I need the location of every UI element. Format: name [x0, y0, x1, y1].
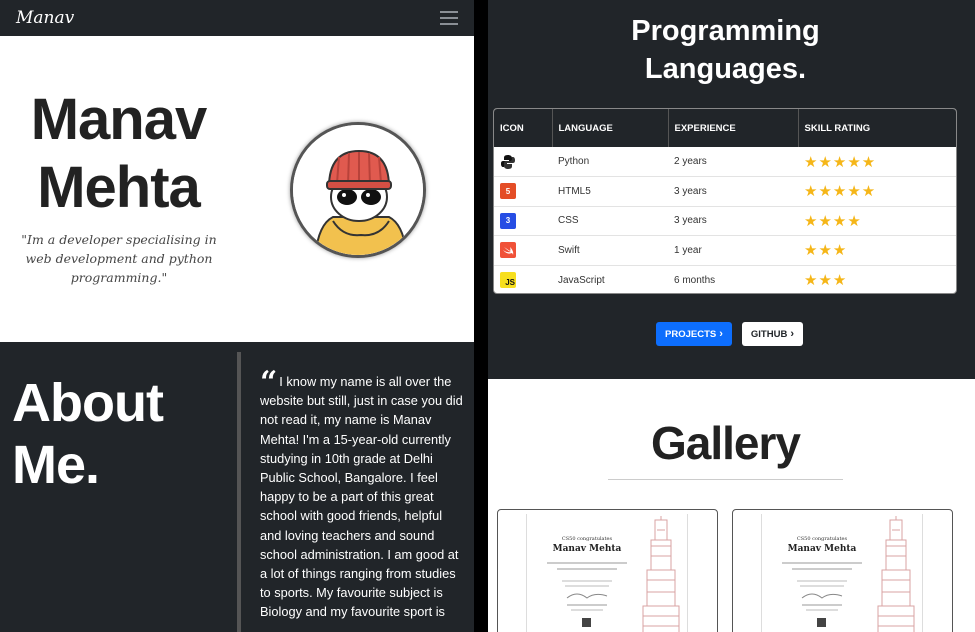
- about-divider: [237, 352, 241, 632]
- github-button-label: GITHUB: [750, 328, 788, 340]
- language-experience: 3 years: [674, 215, 707, 227]
- language-experience: 3 years: [674, 185, 707, 197]
- certificate-name: Manav Mehta: [552, 544, 622, 554]
- certificate-header: CS50 congratulates: [561, 536, 613, 542]
- gallery-card[interactable]: ​ CS50 congratulates Manav Mehta: [497, 509, 718, 632]
- gallery-section: Gallery ​ CS50 congratulates Manav Mehta: [488, 379, 975, 632]
- about-title-line1: About: [12, 373, 164, 433]
- chevron-right-icon: ›: [790, 328, 794, 340]
- table-row: Python 2 years ★★★★★: [494, 147, 956, 177]
- certificate-image: ​ CS50 congratulates Manav Mehta: [761, 514, 923, 632]
- hero-name: Manav Mehta: [26, 86, 211, 222]
- navbar-brand[interactable]: Manav: [16, 8, 74, 28]
- about-title-line2: Me.: [12, 435, 100, 495]
- tower-illustration: [877, 516, 915, 632]
- languages-title-line2: Languages.: [644, 53, 807, 85]
- languages-table: ICON LANGUAGE EXPERIENCE SKILL RATING Py…: [493, 108, 957, 294]
- certificate-image: ​ CS50 congratulates Manav Mehta: [526, 514, 688, 632]
- language-name: HTML5: [558, 185, 591, 197]
- projects-button-label: PROJECTS: [665, 328, 717, 340]
- star-rating: ★★★★★: [804, 153, 877, 171]
- language-experience: 6 months: [674, 274, 716, 286]
- hero-name-last: Mehta: [37, 155, 201, 220]
- star-rating: ★★★: [804, 272, 848, 289]
- header-experience: EXPERIENCE: [668, 109, 799, 147]
- link-buttons: PROJECTS › GITHUB ›: [656, 322, 803, 346]
- table-row: Swift 1 year ★★★: [494, 236, 956, 265]
- projects-button[interactable]: PROJECTS ›: [656, 322, 732, 346]
- hero-section: Manav Mehta "Im a developer specialising…: [0, 36, 474, 342]
- star-rating: ★★★★★: [804, 183, 877, 201]
- language-name: CSS: [558, 215, 579, 227]
- certificate-name: Manav Mehta: [787, 544, 857, 554]
- hero-tagline: "Im a developer specialising in web deve…: [21, 232, 217, 285]
- language-experience: 2 years: [674, 156, 707, 167]
- swift-icon: [500, 242, 516, 259]
- table-row: JS JavaScript 6 months ★★★: [494, 265, 956, 293]
- chevron-right-icon: ›: [719, 328, 723, 340]
- hamburger-menu-icon[interactable]: [440, 11, 458, 25]
- table-row: 5 HTML5 3 years ★★★★★: [494, 177, 956, 206]
- screenshot: Manav Manav Mehta "Im a developer specia…: [0, 0, 975, 632]
- header-rating: SKILL RATING: [804, 122, 871, 134]
- github-button[interactable]: GITHUB ›: [741, 322, 803, 346]
- about-section: About Me. “I know my name is all over th…: [0, 342, 474, 632]
- gallery-card[interactable]: ​ CS50 congratulates Manav Mehta: [732, 509, 953, 632]
- header-language: LANGUAGE: [552, 109, 669, 147]
- language-name: JavaScript: [558, 274, 605, 286]
- gallery-title: Gallery: [651, 417, 801, 469]
- python-icon: [500, 154, 516, 170]
- avatar: [290, 122, 426, 258]
- css-icon: 3: [500, 212, 516, 229]
- header-icon: ICON: [494, 109, 553, 147]
- languages-title-line1: Programming: [631, 15, 820, 47]
- languages-title: Programming Languages.: [488, 12, 963, 88]
- about-text: “I know my name is all over the website …: [260, 368, 466, 622]
- star-rating: ★★★★: [804, 212, 862, 230]
- table-header-row: ICON LANGUAGE EXPERIENCE SKILL RATING: [494, 109, 956, 147]
- navbar: Manav: [0, 0, 474, 36]
- certificate-header: CS50 congratulates: [796, 536, 848, 542]
- javascript-icon: JS: [500, 272, 516, 288]
- language-experience: 1 year: [674, 244, 702, 256]
- hero-name-first: Manav: [30, 87, 208, 152]
- tower-illustration: [642, 516, 680, 632]
- language-name: Python: [558, 156, 590, 167]
- star-rating: ★★★: [804, 242, 848, 260]
- about-title: About Me.: [12, 372, 164, 496]
- avatar-illustration: [293, 125, 423, 255]
- right-panel: Programming Languages. ICON LANGUAGE EXP…: [488, 0, 975, 632]
- gallery-divider: [608, 479, 843, 480]
- about-paragraph: I know my name is all over the website b…: [260, 374, 463, 620]
- certificate-lines: [547, 562, 627, 627]
- certificate-lines: [782, 562, 862, 627]
- left-panel: Manav Manav Mehta "Im a developer specia…: [0, 0, 474, 632]
- language-name: Swift: [558, 244, 580, 256]
- table-row: 3 CSS 3 years ★★★★: [494, 206, 956, 236]
- html5-icon: 5: [500, 183, 516, 200]
